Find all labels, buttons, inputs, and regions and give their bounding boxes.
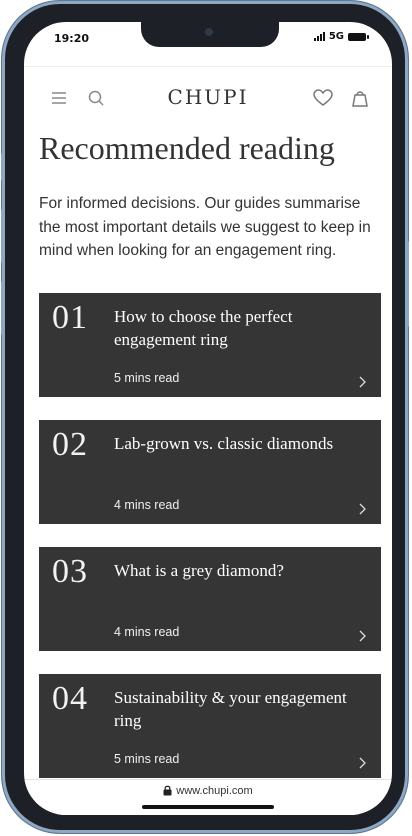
chevron-right-icon[interactable] — [357, 627, 367, 642]
guide-title[interactable]: How to choose the perfect engagement rin… — [114, 305, 372, 351]
guide-read-time: 4 mins read — [114, 625, 180, 639]
network-label: 5G — [328, 31, 344, 42]
home-indicator[interactable] — [142, 805, 274, 809]
guide-title[interactable]: Lab-grown vs. classic diamonds — [114, 432, 372, 455]
guide-number: 04 — [52, 680, 88, 717]
status-indicators: 5G — [313, 31, 369, 42]
guide-card-1[interactable]: 01 How to choose the perfect engagement … — [39, 293, 381, 397]
url-display[interactable]: www.chupi.com — [24, 785, 392, 799]
notch — [141, 22, 279, 47]
url-text: www.chupi.com — [176, 785, 253, 797]
screen: 19:20 5G CHUPI Recommended reading For i… — [24, 22, 392, 815]
guide-number: 01 — [52, 299, 88, 336]
lock-icon — [163, 785, 172, 799]
guide-card-3[interactable]: 03 What is a grey diamond? 4 mins read — [39, 547, 381, 651]
guide-number: 03 — [52, 553, 88, 590]
volume-up-button — [1, 209, 5, 263]
signal-icon — [313, 32, 325, 41]
phone-frame: 19:20 5G CHUPI Recommended reading For i… — [1, 1, 409, 833]
chevron-right-icon[interactable] — [357, 754, 367, 769]
guide-read-time: 4 mins read — [114, 498, 180, 512]
page-title: Recommended reading — [39, 130, 335, 166]
volume-down-button — [1, 281, 5, 335]
browser-url-bar[interactable]: www.chupi.com — [24, 779, 392, 815]
page-intro: For informed decisions. Our guides summa… — [39, 195, 371, 259]
guide-read-time: 5 mins read — [114, 371, 180, 385]
heart-icon[interactable] — [312, 87, 334, 109]
guide-read-time: 5 mins read — [114, 752, 180, 766]
status-time: 19:20 — [54, 32, 90, 45]
battery-icon — [348, 32, 369, 41]
brand-logo[interactable]: CHUPI — [24, 85, 392, 109]
mute-switch — [1, 153, 5, 181]
guide-card-2[interactable]: 02 Lab-grown vs. classic diamonds 4 mins… — [39, 420, 381, 524]
chevron-right-icon[interactable] — [357, 373, 367, 388]
chevron-right-icon[interactable] — [357, 500, 367, 515]
power-button — [405, 241, 409, 327]
guide-title[interactable]: Sustainability & your engagement ring — [114, 686, 372, 732]
site-header: CHUPI — [24, 66, 392, 129]
guide-number: 02 — [52, 426, 88, 463]
bag-icon[interactable] — [349, 87, 371, 109]
guide-title[interactable]: What is a grey diamond? — [114, 559, 372, 582]
guide-card-4[interactable]: 04 Sustainability & your engagement ring… — [39, 674, 381, 778]
camera — [205, 28, 213, 36]
